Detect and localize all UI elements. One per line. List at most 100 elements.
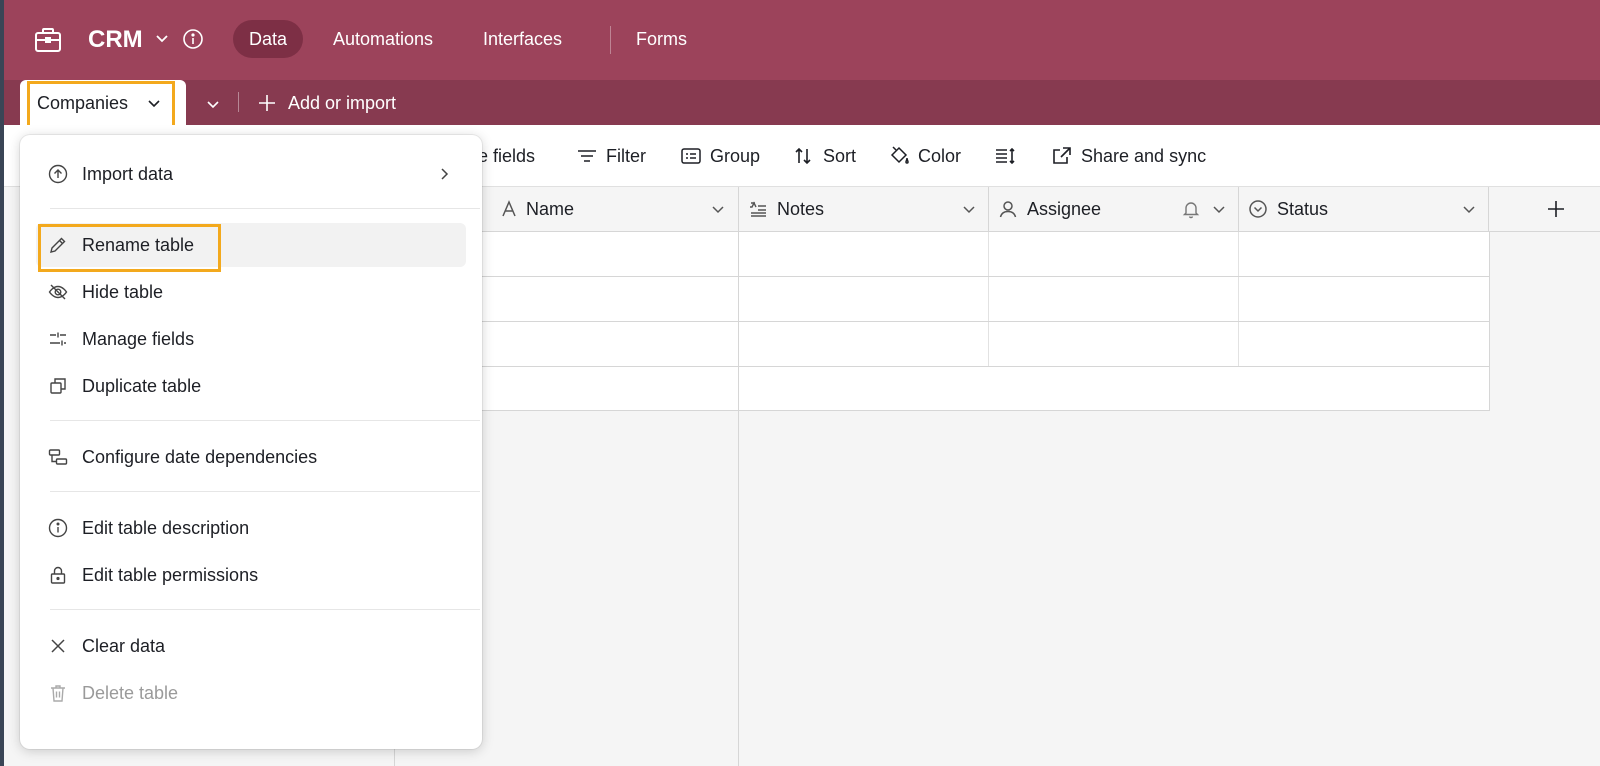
info-icon[interactable] [182,28,204,50]
add-or-import-label: Add or import [288,93,397,113]
table-cell[interactable] [989,277,1239,321]
table-row[interactable] [394,322,1490,367]
menu-item-delete-table[interactable]: Delete table [36,671,466,715]
filter-label: Filter [606,146,646,166]
column-header-label: Status [1277,199,1329,219]
upload-circle-icon [48,164,68,184]
table-cell[interactable] [989,322,1239,366]
add-or-import-button[interactable]: Add or import [258,90,396,116]
menu-divider [50,609,480,610]
tab-data[interactable]: Data [233,20,304,58]
group-icon [681,148,701,164]
table-cell[interactable] [1239,277,1490,321]
chevron-down-icon[interactable] [961,201,977,217]
menu-item-clear-data[interactable]: Clear data [36,624,466,668]
table-cell[interactable] [1239,232,1490,276]
add-field-icon[interactable] [1544,197,1568,221]
sort-button[interactable]: Sort [793,144,856,168]
column-header-label: Name [526,199,575,219]
share-and-sync-label: Share and sync [1081,146,1207,166]
trash-icon [51,685,65,702]
nav-divider [610,26,611,54]
table-cell[interactable] [1239,322,1490,366]
column-header-status[interactable]: Status [1239,187,1489,232]
top-header: CRM Data Automations Interfaces Forms [4,0,1600,80]
menu-divider [50,491,480,492]
primary-column-divider [738,232,739,766]
menu-divider [50,208,480,209]
grid-header-row: Name Notes Assignee Status [394,187,1600,232]
menu-item-label: Clear data [82,636,166,656]
row-height-button[interactable] [994,144,1018,168]
chevron-down-icon[interactable] [1211,201,1227,217]
tab-forms[interactable]: Forms [620,20,703,58]
menu-item-label: Hide table [82,282,164,302]
table-tab-bar: Companies Add or import [4,80,1600,129]
sort-label: Sort [823,146,857,166]
table-cell[interactable] [989,232,1239,276]
menu-item-hide-table[interactable]: Hide table [36,270,466,314]
chevron-right-icon [441,168,449,180]
color-button[interactable]: Color [888,144,961,168]
row-height-icon [996,147,1015,165]
x-icon [51,639,65,653]
base-name[interactable]: CRM [88,24,143,56]
menu-item-label: Import data [82,164,174,184]
menu-item-configure-date-dependencies[interactable]: Configure date dependencies [36,435,466,479]
chevron-down-icon[interactable] [710,201,726,217]
app-window: CRM Data Automations Interfaces Forms Co… [4,0,1600,766]
eye-off-icon [48,284,68,300]
color-label: Color [918,146,962,166]
sort-icon [795,147,811,165]
group-label: Group [710,146,761,166]
hide-fields-button[interactable]: e fields [478,144,535,168]
share-and-sync-button[interactable]: Share and sync [1051,144,1206,168]
chevron-down-icon[interactable] [154,30,170,46]
plus-icon [259,95,275,111]
highlight-box [38,224,221,272]
sliders-icon [50,332,66,346]
table-cell[interactable] [739,322,989,366]
menu-item-label: Delete table [82,683,179,703]
menu-item-label: Edit table permissions [82,565,259,585]
long-text-icon [750,201,766,217]
filter-button[interactable]: Filter [576,144,646,168]
menu-item-label: Configure date dependencies [82,447,318,467]
bell-icon[interactable] [1181,199,1201,219]
menu-item-label: Edit table description [82,518,250,538]
chevron-down-icon[interactable] [1461,201,1477,217]
menu-item-import-data[interactable]: Import data [36,152,466,196]
menu-item-edit-table-permissions[interactable]: Edit table permissions [36,553,466,597]
lock-icon [50,566,66,584]
add-row-footer[interactable] [394,367,1490,411]
menu-item-label: Manage fields [82,329,195,349]
column-header-notes[interactable]: Notes [739,187,989,232]
menu-item-duplicate-table[interactable]: Duplicate table [36,364,466,408]
info-icon [48,518,68,538]
menu-item-manage-fields[interactable]: Manage fields [36,317,466,361]
menu-divider [50,420,480,421]
filter-icon [578,150,596,162]
highlight-box [27,81,175,129]
duplicate-icon [50,378,66,394]
column-header-label: Assignee [1027,199,1102,219]
circle-chevron-icon [1249,200,1267,218]
tab-divider [238,92,239,112]
table-row[interactable] [394,232,1490,277]
table-row[interactable] [394,277,1490,322]
table-cell[interactable] [739,232,989,276]
column-header-label: Notes [777,199,825,219]
dependency-icon [48,449,68,465]
column-header-assignee[interactable]: Assignee [989,187,1239,232]
external-link-icon [1053,147,1071,164]
menu-item-edit-table-description[interactable]: Edit table description [36,506,466,550]
more-tables-chevron-icon[interactable] [204,95,222,113]
tab-automations[interactable]: Automations [317,20,449,58]
paint-bucket-icon [890,146,909,164]
group-button[interactable]: Group [680,144,760,168]
text-a-icon [502,200,516,217]
menu-item-label: Duplicate table [82,376,202,396]
tab-interfaces[interactable]: Interfaces [467,20,578,58]
table-cell[interactable] [739,277,989,321]
briefcase-icon[interactable] [32,24,64,56]
